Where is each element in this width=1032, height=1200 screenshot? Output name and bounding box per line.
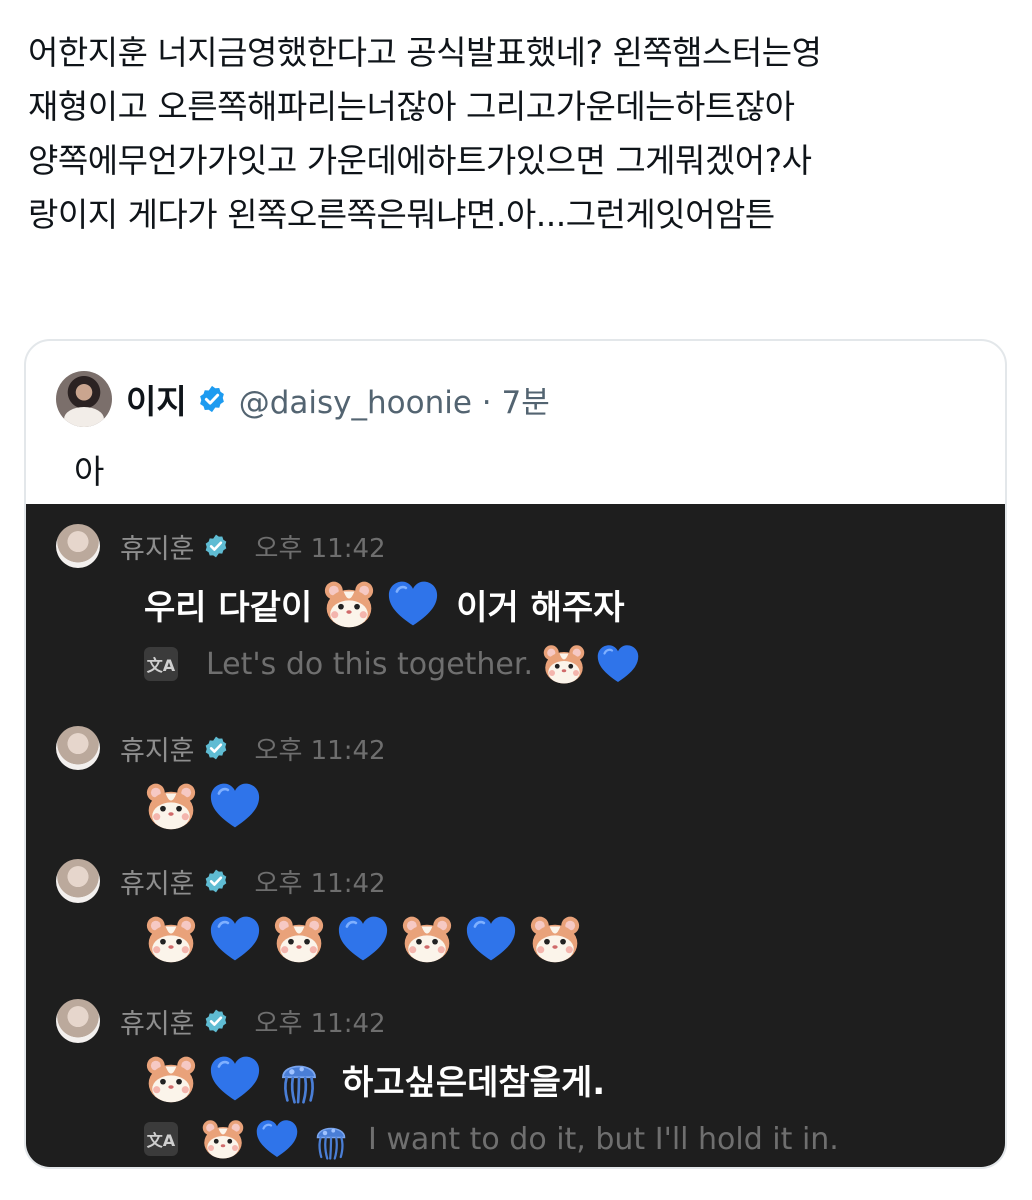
blue-heart-icon — [595, 643, 641, 685]
blue-heart-icon — [208, 914, 262, 964]
quoted-author-handle: @daisy_hoonie · 7분 — [238, 384, 550, 421]
blue-heart-icon — [464, 914, 518, 964]
blue-heart-icon — [254, 1118, 300, 1160]
hamster-icon — [322, 579, 376, 629]
tweet-line: 어한지훈 너지금영했한다고 공식발표했네? 왼쪽햄스터는영 — [28, 33, 822, 72]
quoted-tweet-header: 이지 @daisy_hoonie · 7분 — [56, 371, 550, 427]
blue-heart-icon — [336, 914, 390, 964]
hamster-icon — [144, 1054, 198, 1104]
verified-badge-icon — [203, 868, 229, 894]
tweet-line: 재형이고 오른쪽해파리는너잖아 그리고가운데는하트잖아 — [28, 87, 795, 126]
blue-heart-icon — [208, 781, 262, 831]
translate-icon: 文A — [144, 647, 178, 681]
quoted-author-name[interactable]: 이지 — [126, 375, 187, 423]
tweet-line: 랑이지 게다가 왼쪽오른쪽은뭐냐면.아...그런게잇어암튼 — [28, 195, 775, 234]
jellyfish-icon — [308, 1118, 354, 1160]
avatar — [56, 999, 100, 1043]
hamster-icon — [541, 643, 587, 685]
jellyfish-icon — [272, 1054, 326, 1104]
avatar — [56, 859, 100, 903]
hamster-icon — [528, 914, 582, 964]
message-time: 오후 11:42 — [254, 533, 386, 564]
hamster-icon — [400, 914, 454, 964]
hamster-icon — [272, 914, 326, 964]
hamster-icon — [144, 914, 198, 964]
message-time: 오후 11:42 — [254, 1008, 386, 1039]
hamster-icon — [144, 781, 198, 831]
chat-message: 휴지훈 오후 11:42 — [56, 726, 386, 834]
verified-badge-icon — [203, 533, 229, 559]
avatar — [56, 524, 100, 568]
translate-icon: 文A — [144, 1122, 178, 1156]
sender-name: 휴지훈 — [120, 868, 195, 900]
blue-heart-icon — [386, 579, 440, 629]
quoted-tweet-text: 아 — [74, 452, 105, 491]
avatar[interactable] — [56, 371, 112, 427]
chat-message: 휴지훈 오후 11:42 우리 다같이 이거 해주자 文A Let's do t… — [56, 524, 641, 688]
message-text: 우리 다같이 — [144, 587, 313, 628]
tweet-line: 양쪽에무언가가잇고 가운데에하트가있으면 그게뭐겠어?사 — [28, 141, 812, 180]
translation-text: Let's do this together. — [206, 646, 533, 682]
translation-text: I want to do it, but I'll hold it in. — [368, 1121, 839, 1157]
message-time: 오후 11:42 — [254, 868, 386, 899]
chat-message: 휴지훈 오후 11:42 — [56, 859, 582, 967]
sender-name: 휴지훈 — [120, 735, 195, 767]
hamster-icon — [200, 1118, 246, 1160]
message-text: 하고싶은데참을게. — [342, 1062, 606, 1103]
chat-message: 휴지훈 오후 11:42 하고싶은데참을게. 文A I want to do i… — [56, 999, 839, 1163]
verified-badge-icon — [203, 1008, 229, 1034]
verified-badge-icon — [203, 735, 229, 761]
message-text: 이거 해주자 — [456, 587, 625, 628]
quoted-tweet-card[interactable]: 이지 @daisy_hoonie · 7분 아 휴지훈 오후 11:42 우리 … — [24, 339, 1007, 1169]
verified-badge-icon — [197, 384, 227, 414]
sender-name: 휴지훈 — [120, 533, 195, 565]
tweet-text: 어한지훈 너지금영했한다고 공식발표했네? 왼쪽햄스터는영 재형이고 오른쪽해파… — [28, 26, 1008, 242]
chat-screenshot-image[interactable]: 휴지훈 오후 11:42 우리 다같이 이거 해주자 文A Let's do t… — [26, 504, 1005, 1167]
message-time: 오후 11:42 — [254, 735, 386, 766]
blue-heart-icon — [208, 1054, 262, 1104]
sender-name: 휴지훈 — [120, 1008, 195, 1040]
avatar — [56, 726, 100, 770]
